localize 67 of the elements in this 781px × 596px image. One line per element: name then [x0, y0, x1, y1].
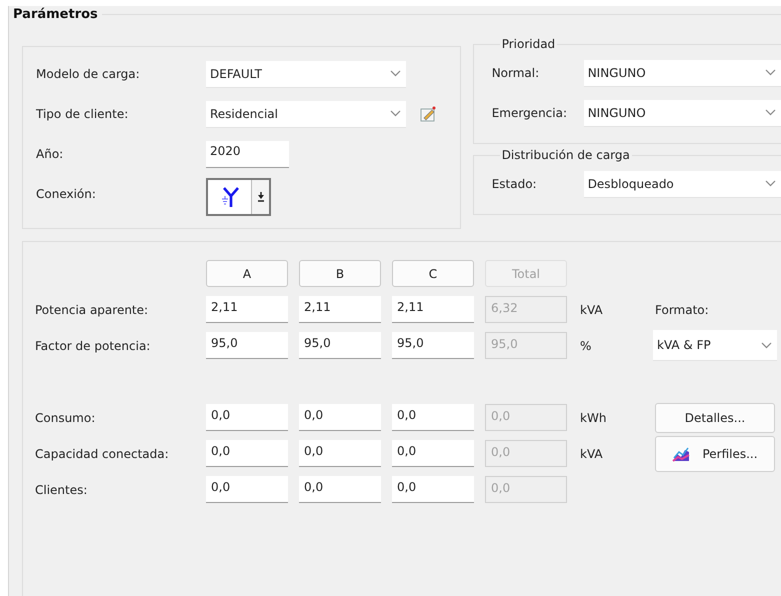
field-label: Tipo de cliente: — [36, 107, 130, 121]
group-title: Distribución de carga — [500, 148, 631, 162]
input-field[interactable]: 0,0 — [299, 404, 381, 431]
dropdown[interactable]: NINGUNO — [584, 100, 781, 126]
input-field: 0,0 — [485, 404, 567, 431]
dropdown[interactable]: Desbloqueado — [584, 170, 781, 198]
chevron-down-icon — [765, 180, 776, 187]
input-field[interactable]: 2,11 — [392, 296, 474, 323]
field-label: Conexión: — [36, 187, 97, 201]
dropdown-value: Residencial — [210, 106, 278, 120]
input-field[interactable]: 95,0 — [206, 332, 288, 359]
column-button[interactable]: A — [206, 260, 288, 287]
input-field: 0,0 — [485, 476, 567, 503]
chart-icon — [672, 446, 690, 462]
chevron-down-icon — [390, 110, 401, 117]
column-button[interactable]: B — [299, 260, 381, 287]
column-button[interactable]: C — [392, 260, 474, 287]
chevron-down-icon — [765, 69, 776, 76]
field-label: Normal: — [492, 66, 540, 80]
unit-label: % — [579, 338, 592, 352]
button[interactable]: Perfiles... — [655, 436, 775, 472]
field-label: Estado: — [492, 177, 538, 191]
unit-label: kWh — [579, 410, 608, 424]
input-field[interactable]: 2,11 — [206, 296, 288, 323]
download-arrow-icon — [256, 192, 264, 202]
input-field: 6,32 — [485, 296, 567, 323]
dropdown-value: kVA & FP — [657, 338, 711, 352]
input-field[interactable]: 0,0 — [206, 476, 288, 503]
field-label: Formato: — [655, 302, 710, 316]
dropdown-value: NINGUNO — [588, 106, 646, 120]
input-field[interactable]: 0,0 — [206, 440, 288, 467]
dropdown[interactable]: Residencial — [206, 100, 406, 128]
field-label: Modelo de carga: — [36, 67, 141, 81]
connection-button[interactable] — [206, 178, 271, 216]
input-field: 0,0 — [485, 440, 567, 467]
input-field[interactable]: 95,0 — [299, 332, 381, 359]
row-label: Factor de potencia: — [35, 338, 152, 352]
input-field[interactable]: 0,0 — [299, 476, 381, 503]
input-field[interactable]: 0,0 — [392, 440, 474, 467]
chevron-down-icon — [390, 70, 401, 77]
input-field[interactable]: 0,0 — [206, 404, 288, 431]
input-field[interactable]: 2,11 — [299, 296, 381, 323]
row-label: Potencia aparente: — [35, 302, 150, 316]
unit-label: kVA — [579, 446, 604, 460]
section-title: Parámetros — [12, 6, 99, 22]
input-field: 95,0 — [485, 332, 567, 359]
chevron-down-icon — [765, 109, 776, 116]
field-label: Año: — [36, 147, 64, 161]
unit-label: kVA — [579, 302, 604, 316]
button[interactable]: Detalles... — [655, 402, 775, 432]
dropdown-value: NINGUNO — [588, 66, 646, 80]
input-field[interactable]: 0,0 — [392, 476, 474, 503]
input-field[interactable]: 0,0 — [392, 404, 474, 431]
field-label: Emergencia: — [492, 106, 568, 120]
input-field[interactable]: 0,0 — [299, 440, 381, 467]
chevron-down-icon — [761, 342, 772, 348]
row-label: Consumo: — [35, 410, 96, 424]
dropdown[interactable]: NINGUNO — [584, 60, 781, 86]
input-field[interactable]: 95,0 — [392, 332, 474, 359]
dropdown-value: DEFAULT — [210, 66, 262, 80]
group-title: Prioridad — [500, 37, 556, 51]
row-label: Capacidad conectada: — [35, 446, 170, 460]
dropdown[interactable]: kVA & FP — [653, 330, 777, 361]
row-label: Clientes: — [35, 482, 88, 496]
input-field[interactable]: 2020 — [206, 140, 289, 168]
dropdown-value: Desbloqueado — [588, 176, 674, 190]
dropdown[interactable]: DEFAULT — [206, 60, 406, 88]
